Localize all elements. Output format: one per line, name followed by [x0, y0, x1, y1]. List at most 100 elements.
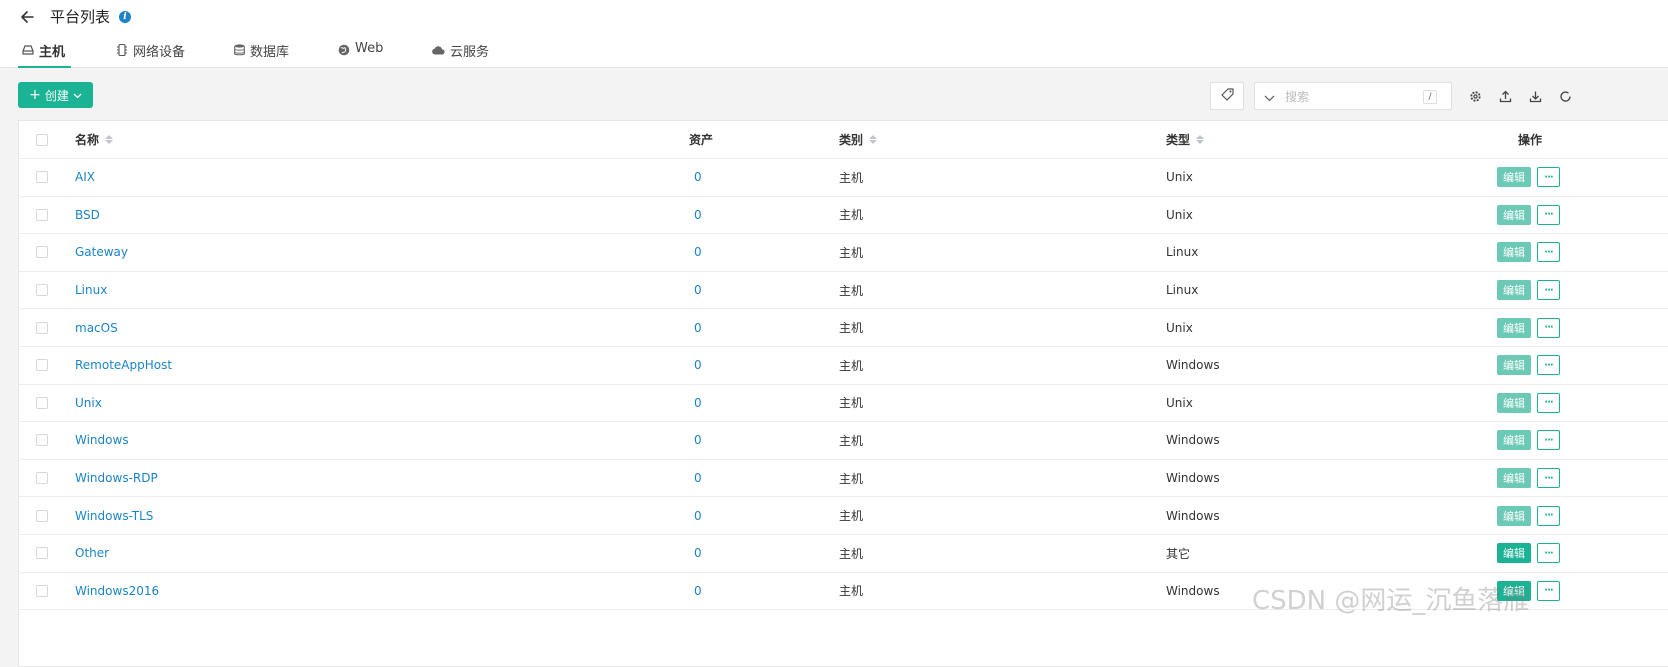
platform-name-link[interactable]: Other	[75, 535, 109, 572]
platform-name-link[interactable]: Gateway	[75, 234, 128, 271]
edit-button[interactable]: 编辑	[1497, 242, 1531, 263]
select-all-checkbox[interactable]	[36, 133, 48, 146]
edit-button[interactable]: 编辑	[1497, 355, 1531, 376]
type-cell: Unix	[1166, 170, 1193, 185]
row-checkbox-cell	[36, 234, 48, 271]
asset-count-link[interactable]: 0	[694, 460, 702, 497]
sort-icon[interactable]	[1196, 135, 1205, 144]
asset-count-link[interactable]: 0	[694, 272, 702, 309]
more-actions-button[interactable]: ···	[1537, 317, 1560, 338]
search-box[interactable]: /	[1254, 82, 1452, 110]
tab-web[interactable]: Web	[338, 38, 383, 68]
row-checkbox[interactable]	[36, 284, 48, 297]
row-checkbox[interactable]	[36, 396, 48, 409]
platform-name-link[interactable]: BSD	[75, 197, 100, 234]
asset-count-link[interactable]: 0	[694, 422, 702, 459]
row-checkbox[interactable]	[36, 434, 48, 447]
asset-count-link[interactable]: 0	[694, 573, 702, 610]
more-actions-button[interactable]: ···	[1537, 580, 1560, 601]
asset-count-link[interactable]: 0	[694, 385, 702, 422]
more-actions-button[interactable]: ···	[1537, 392, 1560, 413]
category-cell: 主机	[839, 358, 864, 373]
platform-name-link[interactable]: macOS	[75, 309, 118, 346]
refresh-icon[interactable]	[1557, 88, 1573, 104]
info-icon[interactable]: i	[119, 11, 131, 23]
category-cell: 主机	[839, 509, 864, 524]
more-actions-button[interactable]: ···	[1537, 543, 1560, 564]
edit-button[interactable]: 编辑	[1497, 430, 1531, 451]
download-icon[interactable]	[1527, 88, 1543, 104]
platform-name-link[interactable]: Windows	[75, 422, 129, 459]
asset-count-link[interactable]: 0	[694, 234, 702, 271]
edit-button[interactable]: 编辑	[1497, 505, 1531, 526]
edit-button[interactable]: 编辑	[1497, 468, 1531, 489]
row-checkbox[interactable]	[36, 547, 48, 560]
column-header-name[interactable]: 名称	[75, 121, 114, 158]
edit-button[interactable]: 编辑	[1497, 204, 1531, 225]
asset-count-link[interactable]: 0	[694, 309, 702, 346]
edit-button[interactable]: 编辑	[1497, 280, 1531, 301]
row-checkbox[interactable]	[36, 208, 48, 221]
type-cell: Linux	[1166, 245, 1199, 260]
more-actions-button[interactable]: ···	[1537, 355, 1560, 376]
more-actions-button[interactable]: ···	[1537, 430, 1560, 451]
asset-count-link[interactable]: 0	[694, 497, 702, 534]
row-checkbox-cell	[36, 347, 48, 384]
more-actions-button[interactable]: ···	[1537, 167, 1560, 188]
category-cell: 主机	[839, 170, 864, 185]
category-cell: 主机	[839, 584, 864, 599]
platform-name-link[interactable]: Windows-RDP	[75, 460, 158, 497]
table-row: AIX 0 主机 Unix 编辑 ···	[19, 159, 1668, 197]
platform-name-link[interactable]: Windows-TLS	[75, 497, 153, 534]
row-checkbox[interactable]	[36, 472, 48, 485]
row-checkbox[interactable]	[36, 584, 48, 597]
table-row: Windows-TLS 0 主机 Windows 编辑 ···	[19, 497, 1668, 535]
tab-database[interactable]: 数据库	[233, 38, 289, 68]
more-actions-button[interactable]: ···	[1537, 505, 1560, 526]
row-checkbox[interactable]	[36, 246, 48, 259]
chevron-down-icon[interactable]	[1264, 91, 1275, 106]
tab-label: 主机	[39, 45, 66, 60]
category-cell: 主机	[839, 396, 864, 411]
back-arrow-icon[interactable]	[18, 6, 38, 28]
tab-network-device[interactable]: 网络设备	[116, 38, 185, 68]
settings-gear-icon[interactable]	[1467, 88, 1483, 104]
asset-count-link[interactable]: 0	[694, 197, 702, 234]
row-checkbox-cell	[36, 272, 48, 309]
row-checkbox[interactable]	[36, 359, 48, 372]
sort-icon[interactable]	[869, 135, 878, 144]
type-cell: Windows	[1166, 583, 1220, 598]
sort-icon[interactable]	[105, 135, 114, 144]
row-checkbox[interactable]	[36, 509, 48, 522]
row-checkbox-cell	[36, 385, 48, 422]
tab-cloud[interactable]: 云服务	[431, 38, 489, 68]
edit-button[interactable]: 编辑	[1497, 317, 1531, 338]
tab-host[interactable]: 主机	[17, 38, 72, 68]
create-button[interactable]: + 创建	[18, 82, 93, 108]
asset-count-link[interactable]: 0	[694, 535, 702, 572]
column-header-type[interactable]: 类型	[1166, 121, 1205, 158]
tag-filter-button[interactable]	[1210, 82, 1244, 110]
search-input[interactable]	[1285, 87, 1415, 107]
platform-name-link[interactable]: AIX	[75, 159, 95, 196]
table-row: Windows2016 0 主机 Windows 编辑 ···	[19, 573, 1668, 611]
more-actions-button[interactable]: ···	[1537, 242, 1560, 263]
edit-button[interactable]: 编辑	[1497, 392, 1531, 413]
platform-name-link[interactable]: RemoteAppHost	[75, 347, 172, 384]
platform-name-link[interactable]: Windows2016	[75, 573, 159, 610]
more-actions-button[interactable]: ···	[1537, 204, 1560, 225]
platform-name-link[interactable]: Linux	[75, 272, 107, 309]
platform-name-link[interactable]: Unix	[75, 385, 102, 422]
upload-icon[interactable]	[1497, 88, 1513, 104]
row-checkbox[interactable]	[36, 321, 48, 334]
edit-button[interactable]: 编辑	[1497, 580, 1531, 601]
column-header-category[interactable]: 类别	[839, 121, 878, 158]
edit-button[interactable]: 编辑	[1497, 543, 1531, 564]
asset-count-link[interactable]: 0	[694, 347, 702, 384]
more-actions-button[interactable]: ···	[1537, 280, 1560, 301]
row-checkbox-cell	[36, 497, 48, 534]
more-actions-button[interactable]: ···	[1537, 468, 1560, 489]
row-checkbox[interactable]	[36, 171, 48, 184]
edit-button[interactable]: 编辑	[1497, 167, 1531, 188]
asset-count-link[interactable]: 0	[694, 159, 702, 196]
